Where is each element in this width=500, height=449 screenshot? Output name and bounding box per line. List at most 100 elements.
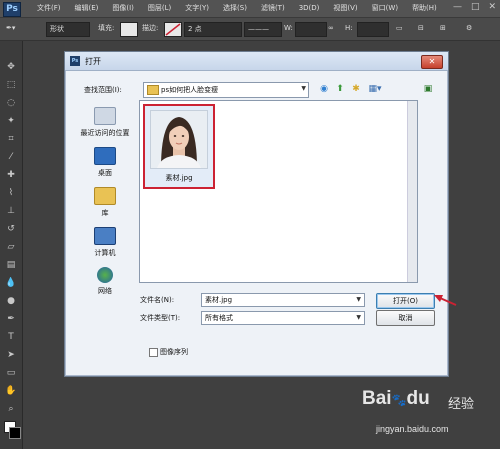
menu-help[interactable]: 帮助(H) bbox=[405, 0, 444, 17]
filetype-select[interactable]: 所有格式 ▼ bbox=[201, 311, 365, 325]
clone-stamp-tool-icon[interactable]: ⊥ bbox=[4, 205, 18, 217]
place-label: 库 bbox=[101, 209, 109, 217]
path-operations-icon[interactable]: ▭ bbox=[396, 22, 403, 35]
path-arrangement-icon[interactable]: ⊞ bbox=[440, 22, 446, 35]
filename-value: 素材.jpg bbox=[205, 296, 233, 304]
background-color-swatch[interactable] bbox=[9, 427, 21, 439]
menu-view[interactable]: 视图(V) bbox=[326, 0, 364, 17]
close-button[interactable]: ✕ bbox=[421, 55, 443, 69]
healing-brush-tool-icon[interactable]: ✚ bbox=[4, 169, 18, 181]
chevron-down-icon[interactable]: ▼ bbox=[356, 294, 361, 306]
place-computer[interactable]: 计算机 bbox=[73, 227, 137, 258]
image-sequence-label: 图像序列 bbox=[160, 348, 188, 356]
libraries-icon bbox=[94, 187, 116, 205]
mode-select[interactable]: 形状 bbox=[46, 22, 90, 37]
menu-filter[interactable]: 滤镜(T) bbox=[254, 0, 292, 17]
up-folder-icon[interactable]: ⬆ bbox=[334, 83, 346, 95]
open-button[interactable]: 打开(O) bbox=[376, 293, 435, 309]
desktop-icon bbox=[94, 147, 116, 165]
minimize-icon[interactable]: — bbox=[453, 2, 462, 12]
path-selection-tool-icon[interactable]: ➤ bbox=[4, 349, 18, 361]
menu-items: 文件(F) 编辑(E) 图像(I) 图层(L) 文字(Y) 选择(S) 滤镜(T… bbox=[30, 0, 444, 17]
file-item-selected[interactable]: 素材.jpg bbox=[143, 104, 215, 189]
blur-tool-icon[interactable]: 💧 bbox=[4, 277, 18, 289]
menu-bar: Ps 文件(F) 编辑(E) 图像(I) 图层(L) 文字(Y) 选择(S) 滤… bbox=[0, 0, 500, 18]
file-list[interactable]: 素材.jpg bbox=[139, 100, 418, 283]
height-field[interactable] bbox=[357, 22, 389, 37]
watermark: Bai🐾du 经验 jingyan.baidu.com bbox=[352, 380, 500, 448]
preview-toggle-icon[interactable]: ▣ bbox=[422, 83, 434, 95]
marquee-tool-icon[interactable]: ⬚ bbox=[4, 79, 18, 91]
image-sequence-checkbox[interactable] bbox=[149, 347, 158, 357]
type-tool-icon[interactable]: T bbox=[4, 331, 18, 343]
fill-label: 填充: bbox=[98, 24, 115, 32]
menu-layer[interactable]: 图层(L) bbox=[141, 0, 178, 17]
link-icon[interactable]: ∞ bbox=[328, 22, 334, 35]
toolbox: ✥ ⬚ ◌ ✦ ⌗ ⁄ ✚ ⌇ ⊥ ↺ ▱ ▤ 💧 ● ✒ T ➤ ▭ ✋ ⌕ bbox=[0, 41, 23, 449]
menu-3d[interactable]: 3D(D) bbox=[292, 0, 327, 17]
filename-input[interactable]: 素材.jpg ▼ bbox=[201, 293, 365, 307]
move-tool-icon[interactable]: ✥ bbox=[4, 61, 18, 73]
menu-window[interactable]: 窗口(W) bbox=[365, 0, 405, 17]
computer-icon bbox=[94, 227, 116, 245]
crop-tool-icon[interactable]: ⌗ bbox=[4, 133, 18, 145]
eyedropper-tool-icon[interactable]: ⁄ bbox=[4, 151, 18, 163]
photoshop-icon: Ps bbox=[70, 56, 80, 66]
place-desktop[interactable]: 桌面 bbox=[73, 147, 137, 178]
look-in-combo[interactable]: ps如何把人脸变瘦 ▼ bbox=[143, 82, 309, 98]
path-alignment-icon[interactable]: ⊟ bbox=[418, 22, 424, 35]
file-thumbnail bbox=[150, 110, 208, 169]
image-sequence-option[interactable]: 图像序列 bbox=[149, 347, 188, 357]
menu-edit[interactable]: 编辑(E) bbox=[68, 0, 106, 17]
menu-select[interactable]: 选择(S) bbox=[216, 0, 254, 17]
no-color-slash-icon bbox=[165, 23, 181, 36]
options-bar: ✒▾ 形状 填充: 描边: 2 点 ——— W: ∞ H: ▭ ⊟ ⊞ ⚙ bbox=[0, 18, 500, 41]
look-in-label: 查找范围(I): bbox=[84, 86, 122, 94]
chevron-down-icon: ▼ bbox=[301, 85, 306, 92]
stroke-width-field[interactable]: 2 点 bbox=[184, 22, 242, 37]
recent-places-icon bbox=[94, 107, 116, 125]
chevron-down-icon: ▼ bbox=[356, 314, 361, 321]
brush-tool-icon[interactable]: ⌇ bbox=[4, 187, 18, 199]
portrait-thumbnail-image bbox=[151, 111, 207, 168]
height-label: H: bbox=[345, 24, 353, 32]
cancel-button[interactable]: 取消 bbox=[376, 310, 435, 326]
stroke-type-select[interactable]: ——— bbox=[244, 22, 282, 37]
hand-tool-icon[interactable]: ✋ bbox=[4, 385, 18, 397]
open-dialog: Ps 打开 ✕ 查找范围(I): ps如何把人脸变瘦 ▼ ◉ ⬆ ✱ ▦▾ ▣ … bbox=[64, 51, 449, 377]
lasso-tool-icon[interactable]: ◌ bbox=[4, 97, 18, 109]
dodge-tool-icon[interactable]: ● bbox=[4, 295, 18, 307]
maximize-icon[interactable]: □ bbox=[471, 2, 480, 12]
menu-file[interactable]: 文件(F) bbox=[30, 0, 68, 17]
dialog-title: 打开 bbox=[85, 57, 101, 66]
shape-tool-icon[interactable]: ▭ bbox=[4, 367, 18, 379]
gradient-tool-icon[interactable]: ▤ bbox=[4, 259, 18, 271]
file-name-label: 素材.jpg bbox=[165, 174, 193, 182]
photoshop-logo: Ps bbox=[3, 2, 21, 17]
back-icon[interactable]: ◉ bbox=[318, 83, 330, 95]
magic-wand-tool-icon[interactable]: ✦ bbox=[4, 115, 18, 127]
place-network[interactable]: 网络 bbox=[73, 267, 137, 296]
history-brush-tool-icon[interactable]: ↺ bbox=[4, 223, 18, 235]
view-menu-icon[interactable]: ▦▾ bbox=[366, 83, 384, 95]
pen-tool-icon[interactable]: ✒ bbox=[4, 313, 18, 325]
folder-icon bbox=[147, 85, 159, 95]
new-folder-icon[interactable]: ✱ bbox=[350, 83, 362, 95]
filetype-label: 文件类型(T): bbox=[140, 314, 181, 322]
gear-icon[interactable]: ⚙ bbox=[466, 22, 472, 35]
fill-swatch[interactable] bbox=[120, 22, 138, 37]
look-in-value: ps如何把人脸变瘦 bbox=[161, 86, 219, 94]
pen-tool-preset-icon[interactable]: ✒▾ bbox=[6, 22, 15, 35]
places-bar: 最近访问的位置 桌面 库 计算机 网络 bbox=[73, 101, 137, 306]
vertical-scrollbar[interactable] bbox=[407, 101, 417, 282]
stroke-swatch[interactable] bbox=[164, 22, 182, 37]
zoom-tool-icon[interactable]: ⌕ bbox=[4, 403, 18, 415]
place-recent[interactable]: 最近访问的位置 bbox=[73, 107, 137, 138]
close-window-icon[interactable]: ✕ bbox=[488, 2, 496, 12]
place-libraries[interactable]: 库 bbox=[73, 187, 137, 218]
menu-image[interactable]: 图像(I) bbox=[105, 0, 141, 17]
eraser-tool-icon[interactable]: ▱ bbox=[4, 241, 18, 253]
width-field[interactable] bbox=[295, 22, 327, 37]
watermark-url: jingyan.baidu.com bbox=[376, 424, 449, 434]
menu-type[interactable]: 文字(Y) bbox=[178, 0, 216, 17]
